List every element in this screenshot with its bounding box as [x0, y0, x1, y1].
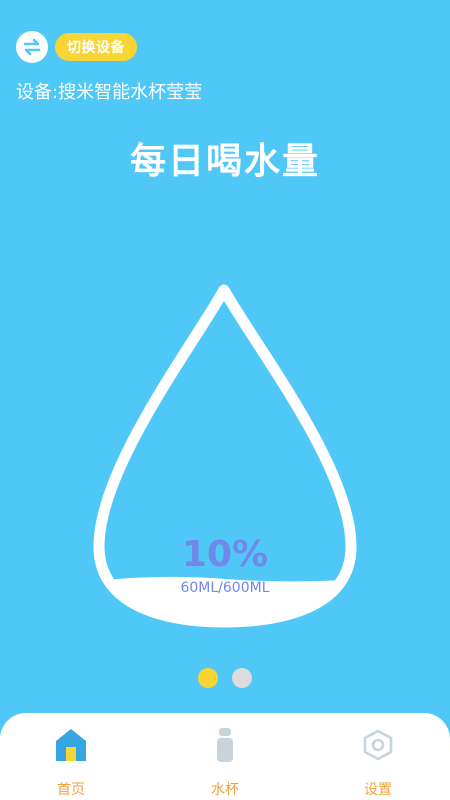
bottom-tab-bar: 首页 水杯 设置 [0, 713, 450, 800]
cup-icon [208, 727, 242, 763]
page-dot-inactive[interactable] [232, 668, 252, 688]
tab-cup[interactable]: 水杯 [180, 713, 270, 800]
volume-value: 60ML/600ML [180, 580, 270, 596]
percent-value: 10% [181, 534, 269, 575]
home-icon [54, 727, 88, 763]
tab-home[interactable]: 首页 [26, 713, 116, 800]
tab-settings[interactable]: 设置 [333, 713, 423, 800]
tab-home-label: 首页 [57, 782, 85, 798]
settings-hexagon-icon [361, 727, 395, 763]
page-dot-active[interactable] [198, 668, 218, 688]
tab-cup-label: 水杯 [211, 782, 239, 798]
page-indicator [0, 668, 450, 688]
tab-settings-label: 设置 [364, 782, 392, 798]
